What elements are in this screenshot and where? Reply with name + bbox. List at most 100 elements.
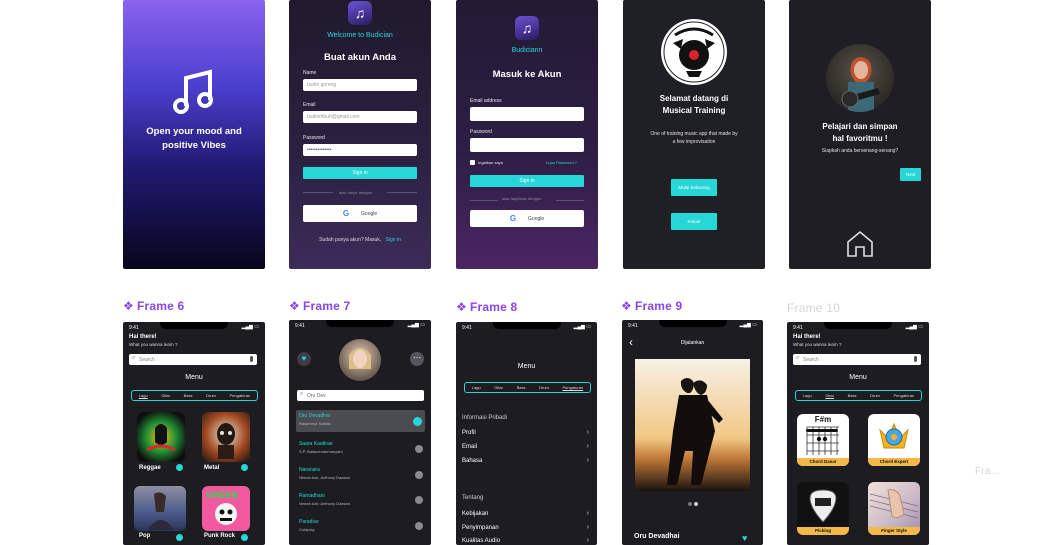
menu-item-kualitas-audio[interactable]: Kualitas Audio › xyxy=(462,537,589,544)
play-icon[interactable] xyxy=(413,417,422,426)
password-field[interactable] xyxy=(470,138,584,152)
favorite-button[interactable]: ♥ xyxy=(297,352,311,366)
sign-in-button[interactable]: Sign in xyxy=(470,175,584,187)
tab-drum[interactable]: Drum xyxy=(870,393,880,398)
song-row[interactable]: Ramadhani Neeah Azir, Anthony Daasan xyxy=(299,493,421,506)
reggae-card[interactable] xyxy=(137,412,185,462)
chord-basic-card[interactable]: F#m Chord Dasar xyxy=(797,414,849,466)
tab-drum[interactable]: Drum xyxy=(206,393,216,398)
menu-item-email[interactable]: Email › xyxy=(462,443,589,450)
tab-lagu[interactable]: Lagu xyxy=(803,393,812,398)
google-button[interactable]: G Google xyxy=(470,210,584,227)
divider-line-left xyxy=(470,200,498,201)
category-tabs: Lagu Gitar Bass Drum Pengaturan xyxy=(795,390,922,401)
welcome-desc-line2: a few improvisation xyxy=(672,139,716,145)
punk-rock-label: Punk Rock xyxy=(204,533,236,539)
search-placeholder: Search xyxy=(139,357,155,363)
exit-button[interactable]: Keluar xyxy=(671,213,717,230)
greeting-question: What you wanna learn ? xyxy=(129,342,178,347)
footer-signin-link[interactable]: Sign in xyxy=(386,237,401,243)
menu-item-penyimpanan[interactable]: Penyimpanan › xyxy=(462,524,589,531)
frame-7-label: ❖ Frame 7 xyxy=(289,299,351,313)
menu-item-bahasa[interactable]: Bahasa › xyxy=(462,457,589,464)
tab-bass[interactable]: Bass xyxy=(517,385,526,390)
picking-card[interactable]: Picking xyxy=(797,482,849,535)
splash-title-line2: positive Vibes xyxy=(162,140,226,151)
tab-pengaturan[interactable]: Pengaturan xyxy=(894,393,915,398)
song-row[interactable]: Oru Devadhai Rasamma Sufistic xyxy=(299,413,421,426)
mic-icon[interactable] xyxy=(914,356,917,362)
email-field[interactable] xyxy=(470,107,584,121)
tab-pengaturan[interactable]: Pengaturan xyxy=(563,385,584,390)
search-icon: ⌕ xyxy=(300,391,304,397)
play-icon[interactable] xyxy=(415,471,423,479)
search-bar[interactable]: ⌕ Search xyxy=(129,354,257,365)
logo-badge xyxy=(661,19,727,85)
page-dot-active[interactable] xyxy=(694,502,698,506)
chord-expert-card[interactable]: Chord Expert xyxy=(868,414,920,466)
guitarist-photo xyxy=(826,44,894,112)
chevron-right-icon: › xyxy=(586,510,589,517)
tab-lagu[interactable]: Lagu xyxy=(472,385,481,390)
frame-6-label: ❖ Frame 6 xyxy=(123,299,185,313)
menu-item-kebijakan[interactable]: Kebijakan › xyxy=(462,510,589,517)
frame-10-label: Frame 10 xyxy=(787,301,840,315)
song-title: Naranara xyxy=(299,467,320,473)
page-dot[interactable] xyxy=(688,502,692,506)
sign-in-button[interactable]: Sign in xyxy=(303,167,417,179)
chevron-right-icon: › xyxy=(586,443,589,450)
search-bar[interactable]: ⌕ Oru Dev xyxy=(297,390,424,401)
section-about: Tentang xyxy=(462,495,484,501)
password-field[interactable]: •••••••••••••• xyxy=(303,144,417,156)
play-icon[interactable] xyxy=(415,496,423,504)
play-icon[interactable] xyxy=(241,534,248,541)
search-icon: ⌕ xyxy=(132,355,136,361)
tab-gitar[interactable]: Gitar xyxy=(825,393,834,398)
tab-bass[interactable]: Bass xyxy=(848,393,857,398)
song-artist: Neeah Azir, Anthony Daasan xyxy=(299,475,350,480)
tab-gitar[interactable]: Gitar xyxy=(161,393,170,398)
login-screen: ♫ Budiciann Masuk ke Akun Email address … xyxy=(456,0,598,269)
profile-avatar xyxy=(339,339,381,381)
frame-9-label: ❖ Frame 9 xyxy=(621,299,683,313)
tab-pengaturan[interactable]: Pengaturan xyxy=(230,393,251,398)
menu-title: Menu xyxy=(517,363,536,370)
song-row[interactable]: Paradise Coldplay xyxy=(299,519,421,532)
name-field[interactable]: budin goreng xyxy=(303,79,417,91)
punk-rock-card[interactable]: GREEN xyxy=(202,486,250,531)
chord-expert-label: Chord Expert xyxy=(868,458,920,466)
tab-bass[interactable]: Bass xyxy=(184,393,193,398)
start-now-button[interactable]: Mulai Sekarang xyxy=(671,179,717,196)
signal-battery-icon: ▂▄▆ ▭ xyxy=(573,324,591,330)
next-button[interactable]: Next xyxy=(900,168,921,181)
heart-icon[interactable]: ♥ xyxy=(742,533,747,543)
pop-card[interactable] xyxy=(134,486,186,531)
play-icon[interactable] xyxy=(415,522,423,530)
search-bar[interactable]: ⌕ Search xyxy=(793,354,921,365)
remember-checkbox[interactable] xyxy=(470,160,475,165)
signal-battery-icon: ▂▄▆ ▭ xyxy=(905,324,923,330)
play-icon[interactable] xyxy=(241,464,248,471)
tab-drum[interactable]: Drum xyxy=(539,385,549,390)
play-icon[interactable] xyxy=(176,464,183,471)
more-options-button[interactable]: ⋯ xyxy=(410,352,424,366)
svg-text:GREEN: GREEN xyxy=(206,490,238,500)
tab-gitar[interactable]: Gitar xyxy=(494,385,503,390)
song-title: Oru Devadhai xyxy=(634,533,680,540)
forgot-password-link[interactable]: Lupa Password ? xyxy=(546,160,577,165)
finger-style-card[interactable]: Finger Style xyxy=(868,482,920,535)
email-field[interactable]: budinmbuh@gmail.com xyxy=(303,111,417,123)
welcome-title-line2: Musical Training xyxy=(662,106,726,115)
song-row[interactable]: Naranara Neeah Azir, Anthony Daasan xyxy=(299,467,421,480)
tab-lagu[interactable]: Lagu xyxy=(139,393,148,398)
google-button[interactable]: G Google xyxy=(303,205,417,222)
home-icon[interactable] xyxy=(845,229,875,264)
play-icon[interactable] xyxy=(176,534,183,541)
mic-icon[interactable] xyxy=(250,356,253,362)
welcome-desc-line1: One of training music app that made by xyxy=(650,131,738,137)
menu-item-profil[interactable]: Profil › xyxy=(462,429,589,436)
email-label: Email address xyxy=(470,98,502,104)
metal-card[interactable] xyxy=(202,412,250,462)
song-row[interactable]: Saara Kaattrae S.P. Balasubrahmanyam xyxy=(299,441,421,454)
play-icon[interactable] xyxy=(415,445,423,453)
